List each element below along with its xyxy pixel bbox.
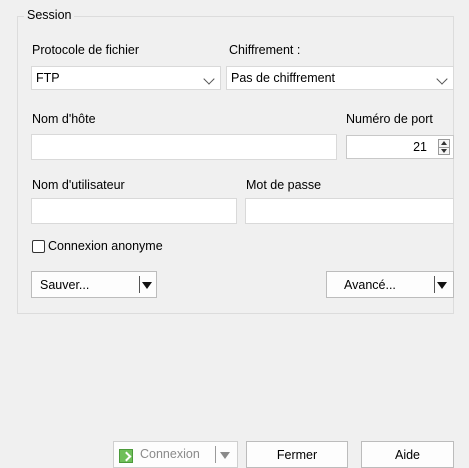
protocol-value: FTP — [36, 71, 60, 85]
port-value: 21 — [413, 140, 427, 154]
save-button-label[interactable]: Sauver... — [40, 278, 89, 292]
spin-down-icon[interactable] — [441, 149, 447, 153]
port-label: Numéro de port — [346, 112, 433, 126]
port-spinbox[interactable]: 21 — [346, 135, 454, 159]
host-input[interactable] — [31, 134, 337, 160]
password-label: Mot de passe — [246, 178, 322, 192]
anonymous-label[interactable]: Connexion anonyme — [48, 239, 163, 253]
connect-button-label: Connexion — [140, 447, 200, 461]
connect-dropdown-arrow-icon[interactable] — [220, 452, 230, 459]
help-button[interactable]: Aide — [361, 441, 454, 468]
advanced-split-button[interactable]: Avancé... — [326, 271, 454, 298]
chevron-down-icon — [436, 73, 448, 85]
spinner-arrows-icon[interactable] — [438, 139, 450, 155]
encryption-label: Chiffrement : — [229, 43, 301, 57]
help-button-label[interactable]: Aide — [362, 448, 453, 462]
host-label: Nom d'hôte — [32, 112, 96, 126]
advanced-button-label[interactable]: Avancé... — [344, 278, 396, 292]
save-split-button[interactable]: Sauver... — [31, 271, 157, 298]
protocol-select[interactable]: FTP — [31, 66, 221, 90]
close-button[interactable]: Fermer — [246, 441, 348, 468]
user-label: Nom d'utilisateur — [32, 178, 125, 192]
anonymous-checkbox[interactable] — [32, 240, 45, 253]
session-groupbox — [17, 16, 454, 314]
encryption-value: Pas de chiffrement — [231, 71, 335, 85]
protocol-label: Protocole de fichier — [32, 43, 140, 57]
encryption-select[interactable]: Pas de chiffrement — [226, 66, 454, 90]
login-icon — [119, 449, 133, 463]
user-input[interactable] — [31, 198, 237, 224]
dropdown-arrow-icon[interactable] — [437, 282, 447, 289]
dropdown-arrow-icon[interactable] — [142, 282, 152, 289]
session-group-title: Session — [24, 8, 75, 22]
spin-up-icon[interactable] — [441, 141, 447, 145]
chevron-down-icon — [203, 73, 215, 85]
password-input[interactable] — [245, 198, 454, 224]
close-button-label[interactable]: Fermer — [247, 448, 347, 462]
